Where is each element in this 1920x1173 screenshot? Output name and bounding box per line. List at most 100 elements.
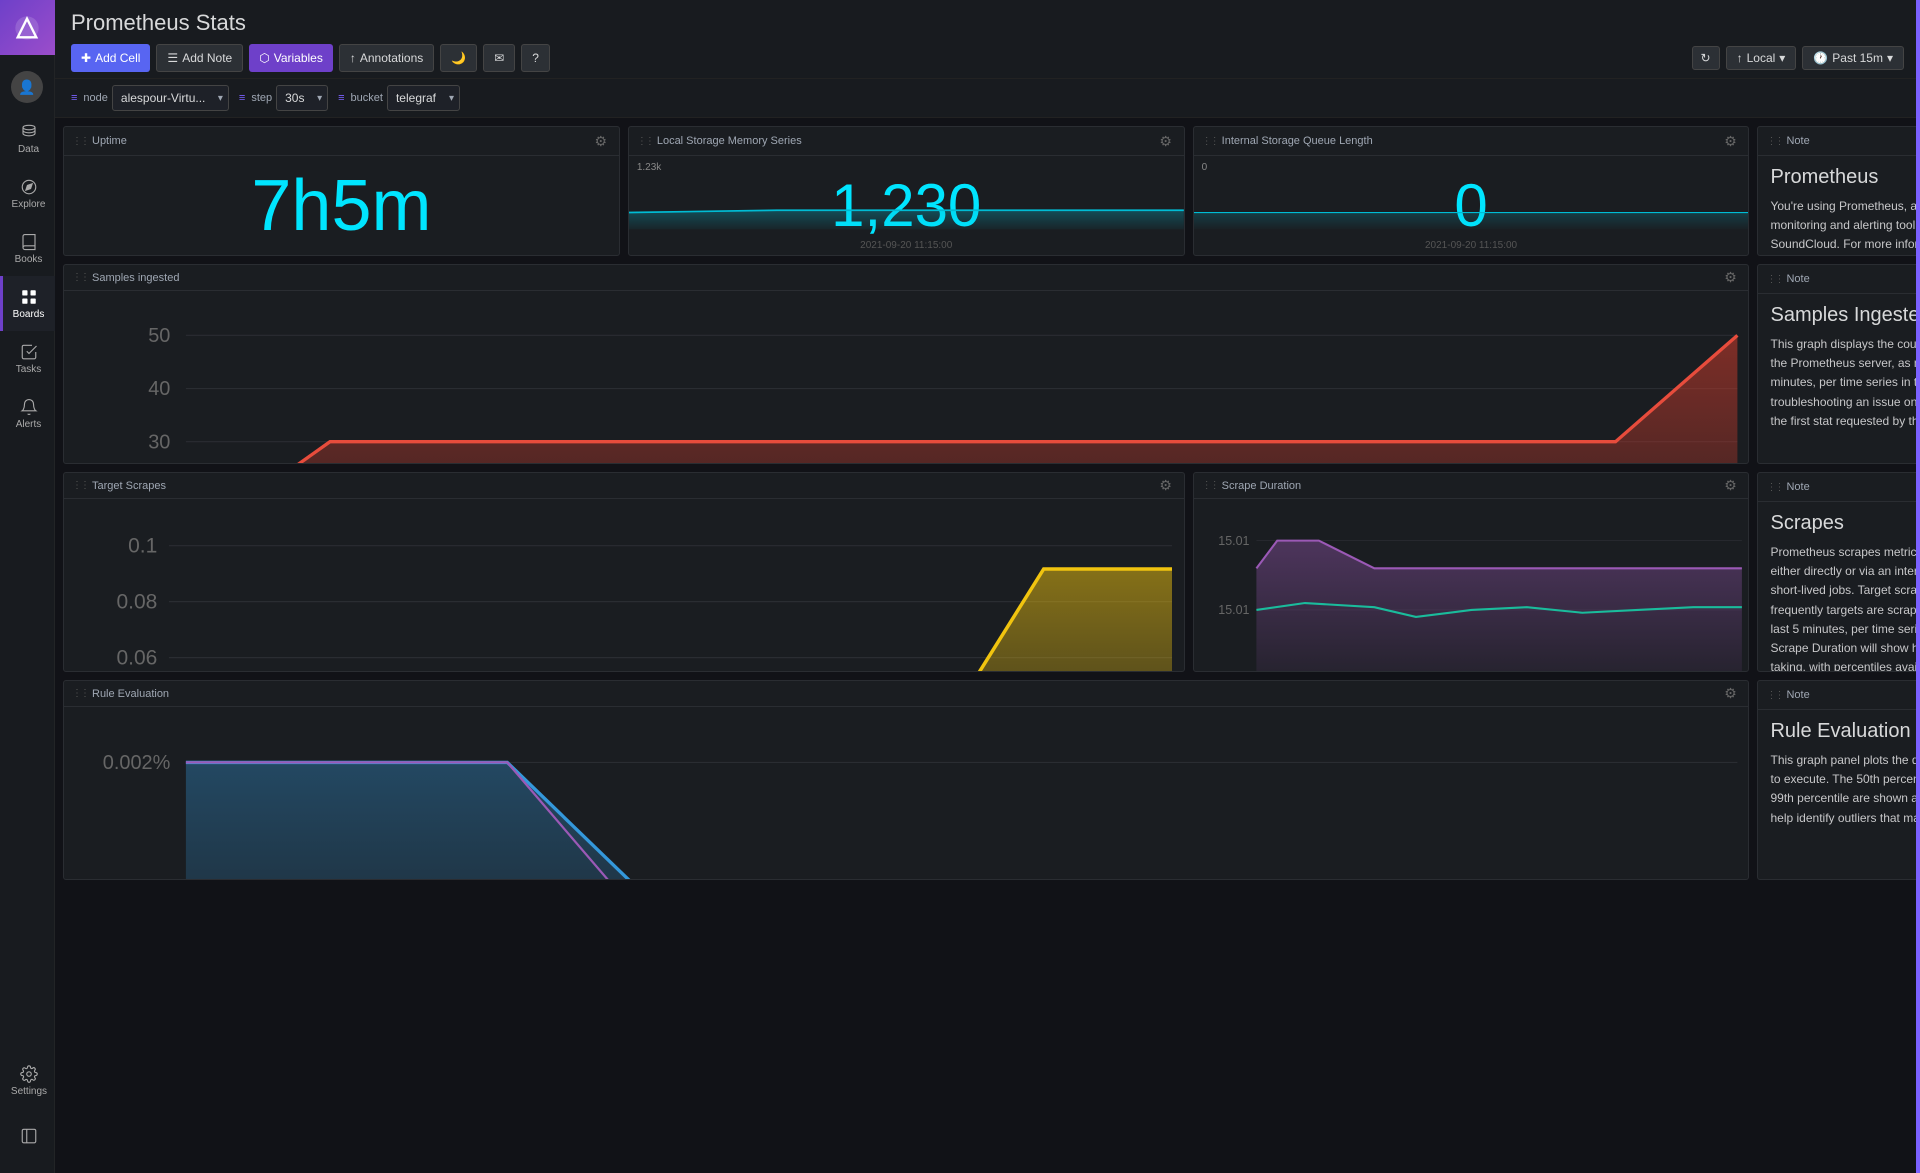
- node-select[interactable]: alespour-Virtu...: [112, 85, 229, 111]
- main-content: Prometheus Stats ✚ Add Cell ☰ Add Note ⬡…: [55, 0, 1920, 1173]
- internal-queue-min-label: 0: [1202, 162, 1208, 173]
- sidebar-item-settings-label: Settings: [11, 1086, 47, 1097]
- local-storage-settings[interactable]: ⚙: [1156, 131, 1176, 151]
- svg-text:15.01: 15.01: [1218, 534, 1249, 548]
- local-storage-title: Local Storage Memory Series: [637, 135, 802, 147]
- sidebar-item-tasks[interactable]: Tasks: [0, 331, 55, 386]
- target-scrapes-settings[interactable]: ⚙: [1156, 476, 1176, 496]
- sidebar: 👤 Data Explore Books Boards Tasks Alerts…: [0, 0, 55, 1173]
- sidebar-item-collapse[interactable]: [0, 1108, 55, 1163]
- sidebar-item-boards[interactable]: Boards: [0, 276, 55, 331]
- grid-icon: [20, 288, 38, 306]
- step-icon: ≡: [239, 92, 245, 104]
- samples-content: 50 40 30 20 10 0: [64, 291, 1748, 464]
- sidebar-item-alerts[interactable]: Alerts: [0, 386, 55, 441]
- sidebar-item-boards-label: Boards: [13, 309, 45, 320]
- node-icon: ≡: [71, 92, 77, 104]
- more-button[interactable]: ✉: [483, 44, 515, 72]
- rule-eval-header: Rule Evaluation ⚙: [64, 681, 1748, 707]
- local-storage-header: Local Storage Memory Series ⚙: [629, 127, 1184, 156]
- bell-icon: [20, 398, 38, 416]
- note-prometheus-panel: Note ⚙ Prometheus You're using Prometheu…: [1757, 126, 1920, 256]
- node-select-wrapper: alespour-Virtu...: [112, 85, 229, 111]
- note-rule-title: Note: [1766, 689, 1809, 701]
- samples-settings[interactable]: ⚙: [1720, 268, 1740, 288]
- internal-queue-content: 0 0 2021-09-20 11:15:00: [1194, 156, 1749, 255]
- help-button[interactable]: ?: [521, 44, 550, 72]
- uptime-settings-button[interactable]: ⚙: [591, 131, 611, 151]
- rule-eval-settings[interactable]: ⚙: [1720, 684, 1740, 704]
- add-note-button[interactable]: ☰ Add Note: [156, 44, 243, 72]
- note-icon: ☰: [167, 51, 178, 65]
- sidebar-item-settings[interactable]: Settings: [0, 1053, 55, 1108]
- uptime-panel-actions: ⚙: [591, 131, 611, 151]
- tasks-icon: [20, 343, 38, 361]
- rule-eval-content: 0.002% 0.0015% 0.001% 2021-09-20 11:10:0…: [64, 707, 1748, 880]
- dashboard: Uptime ⚙ 7h5m Local Storage Memory Serie…: [55, 118, 1920, 1173]
- node-variable: ≡ node alespour-Virtu...: [71, 85, 229, 111]
- note-rule-content: Rule Evaluation Duration This graph pane…: [1758, 710, 1920, 879]
- internal-queue-settings[interactable]: ⚙: [1720, 131, 1740, 151]
- samples-title: Samples ingested: [72, 272, 179, 284]
- samples-chart: 50 40 30 20 10 0: [64, 291, 1748, 464]
- note-prometheus-heading: Prometheus: [1770, 166, 1878, 189]
- scrape-duration-chart: 15.01 15.01 15 2021-09-20 11:10:00 2021-…: [1194, 499, 1749, 672]
- annotations-button[interactable]: ↑ Annotations: [339, 44, 434, 72]
- scrape-duration-title: Scrape Duration: [1202, 480, 1302, 492]
- refresh-button[interactable]: ↻: [1692, 46, 1720, 70]
- variables-bar: ≡ node alespour-Virtu... ≡ step 30s ≡ bu…: [55, 79, 1920, 118]
- local-button[interactable]: ↑ Local ▾: [1726, 46, 1797, 70]
- local-storage-actions: ⚙: [1156, 131, 1176, 151]
- note-rule-header: Note ⚙: [1758, 681, 1920, 710]
- step-select[interactable]: 30s: [276, 85, 328, 111]
- uptime-panel-content: 7h5m: [64, 156, 619, 255]
- add-cell-button[interactable]: ✚ Add Cell: [71, 44, 150, 72]
- book-icon: [20, 233, 38, 251]
- theme-button[interactable]: 🌙: [440, 44, 477, 72]
- panel-collapse-icon: [20, 1127, 38, 1145]
- target-scrapes-panel: Target Scrapes ⚙: [63, 472, 1185, 672]
- scrape-duration-settings[interactable]: ⚙: [1720, 476, 1740, 496]
- bucket-select[interactable]: telegraf: [387, 85, 460, 111]
- note-samples-header: Note ⚙: [1758, 265, 1920, 294]
- note-rule-text: This graph panel plots the duration for …: [1770, 751, 1920, 828]
- note-prometheus-header: Note ⚙: [1758, 127, 1920, 156]
- right-accent-bar: [1916, 0, 1920, 1173]
- user-avatar[interactable]: 👤: [11, 71, 43, 103]
- target-scrapes-chart: 0.1 0.08 0.06 0.04 0.02 0 2021-09-20 11:…: [64, 499, 1184, 672]
- step-select-wrapper: 30s: [276, 85, 328, 111]
- bucket-variable: ≡ bucket telegraf: [338, 85, 460, 111]
- logo-icon: [13, 14, 41, 42]
- local-storage-panel: Local Storage Memory Series ⚙ 1.23k: [628, 126, 1185, 256]
- local-storage-min-label: 1.23k: [637, 162, 661, 173]
- rule-eval-title: Rule Evaluation: [72, 688, 169, 700]
- variables-button[interactable]: ⬡ Variables: [249, 44, 333, 72]
- chevron-down-icon: ▾: [1779, 51, 1785, 65]
- time-chevron-icon: ▾: [1887, 51, 1893, 65]
- internal-queue-header: Internal Storage Queue Length ⚙: [1194, 127, 1749, 156]
- samples-panel: Samples ingested ⚙ 50 40 30 20: [63, 264, 1749, 464]
- local-storage-content: 1.23k 1,230 2021-09-20 11:15:00: [629, 156, 1184, 255]
- note-samples-content: Samples Ingested This graph displays the…: [1758, 294, 1920, 463]
- time-range-button[interactable]: 🕐 Past 15m ▾: [1802, 46, 1904, 70]
- svg-text:15.01: 15.01: [1218, 603, 1249, 617]
- internal-queue-title: Internal Storage Queue Length: [1202, 135, 1373, 147]
- step-variable: ≡ step 30s: [239, 85, 328, 111]
- note-samples-heading: Samples Ingested: [1770, 304, 1920, 327]
- scrape-duration-header: Scrape Duration ⚙: [1194, 473, 1749, 499]
- header: Prometheus Stats ✚ Add Cell ☰ Add Note ⬡…: [55, 0, 1920, 79]
- note-scrapes-heading: Scrapes: [1770, 512, 1843, 535]
- svg-text:0.08: 0.08: [116, 591, 157, 614]
- variables-icon: ⬡: [259, 51, 269, 65]
- rule-eval-panel: Rule Evaluation ⚙ 0.002% 0.0015%: [63, 680, 1749, 880]
- note-samples-title: Note: [1766, 273, 1809, 285]
- database-icon: [20, 123, 38, 141]
- target-scrapes-header: Target Scrapes ⚙: [64, 473, 1184, 499]
- app-logo[interactable]: [0, 0, 55, 55]
- sidebar-item-explore[interactable]: Explore: [0, 166, 55, 221]
- sidebar-item-data[interactable]: Data: [0, 111, 55, 166]
- sidebar-item-books[interactable]: Books: [0, 221, 55, 276]
- uptime-panel-header: Uptime ⚙: [64, 127, 619, 156]
- target-scrapes-content: 0.1 0.08 0.06 0.04 0.02 0 2021-09-20 11:…: [64, 499, 1184, 672]
- compass-icon: [20, 178, 38, 196]
